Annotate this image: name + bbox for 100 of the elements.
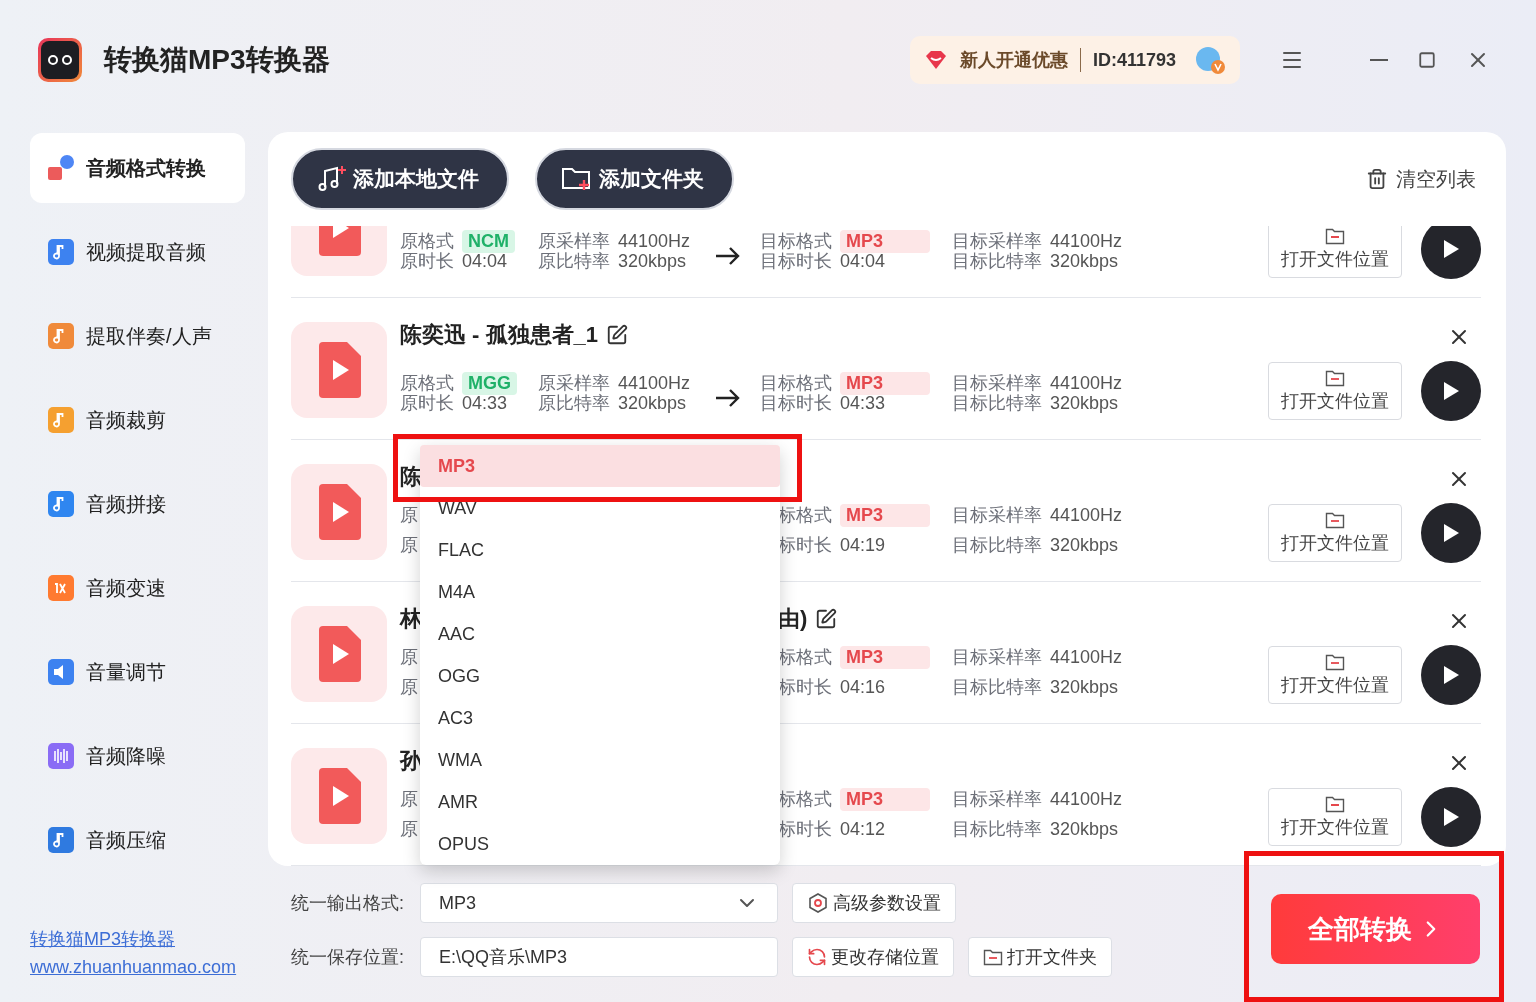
file-title: 孙: [400, 747, 422, 775]
folder-icon: [1325, 795, 1345, 813]
open-location-button[interactable]: 打开文件位置: [1268, 226, 1402, 278]
format-tag: MP3: [840, 645, 930, 669]
sidebar-item[interactable]: 音频变速: [30, 553, 245, 623]
info-label: 目标采样率: [952, 230, 1042, 252]
play-icon: [1441, 806, 1461, 828]
folder-icon: [1325, 369, 1345, 387]
footer-link[interactable]: 转换猫MP3转换器: [30, 927, 175, 951]
open-folder-button[interactable]: 打开文件夹: [968, 937, 1112, 977]
info-value: 320kbps: [618, 250, 687, 272]
folder-icon: [1325, 653, 1345, 671]
format-option[interactable]: AC3: [420, 697, 780, 739]
edit-icon[interactable]: [815, 608, 838, 630]
open-location-button[interactable]: 打开文件位置: [1268, 362, 1402, 420]
info-label: 原时长: [400, 392, 454, 415]
edit-icon[interactable]: [606, 324, 629, 346]
path-field[interactable]: E:\QQ音乐\MP3: [420, 937, 778, 977]
format-select[interactable]: MP3: [420, 883, 778, 923]
info-label: 目标时长: [760, 392, 832, 415]
info-value: 320kbps: [1050, 818, 1119, 840]
format-option[interactable]: M4A: [420, 571, 780, 613]
play-button[interactable]: [1421, 645, 1481, 705]
info-label: 原时长: [400, 250, 454, 273]
sidebar-item[interactable]: 音量调节: [30, 637, 245, 707]
play-icon: [1441, 664, 1461, 686]
sidebar-item[interactable]: 音频格式转换: [30, 133, 245, 203]
format-option[interactable]: AMR: [420, 781, 780, 823]
footer-link[interactable]: www.zhuanhuanmao.com: [30, 957, 237, 978]
sidebar-item[interactable]: 提取伴奏/人声: [30, 301, 245, 371]
info-value: 04:33: [840, 392, 886, 414]
info-label: 目标比特率: [952, 392, 1042, 415]
right-arrow-icon: [715, 388, 741, 408]
audio-file-icon: [291, 322, 387, 418]
sidebar-item[interactable]: 音频拼接: [30, 469, 245, 539]
format-tag: MP3: [840, 229, 930, 253]
info-label: 原: [400, 676, 418, 699]
info-label: 目标格式: [760, 230, 832, 252]
format-tag: MP3: [840, 371, 930, 395]
promo-banner[interactable]: 新人开通优惠 ID:411793: [909, 36, 1240, 84]
minimize-icon: [1370, 59, 1388, 61]
info-value: 320kbps: [1050, 250, 1119, 272]
info-label: 原比特率: [538, 392, 610, 415]
refresh-icon: [807, 947, 827, 967]
add-files-button[interactable]: 添加本地文件: [291, 148, 509, 210]
advanced-settings-button[interactable]: 高级参数设置: [792, 883, 956, 923]
info-label: 目标采样率: [952, 504, 1042, 527]
sound-wave-icon: [46, 741, 76, 771]
play-button[interactable]: [1421, 226, 1481, 279]
change-location-button[interactable]: 更改存储位置: [792, 937, 954, 977]
info-value: 320kbps: [618, 392, 687, 414]
play-button[interactable]: [1421, 361, 1481, 421]
info-label: 原: [400, 504, 418, 527]
info-label: 目标比特率: [952, 250, 1042, 273]
format-option[interactable]: OGG: [420, 655, 780, 697]
note-compress-icon: [46, 825, 76, 855]
sidebar-item[interactable]: 视频提取音频: [30, 217, 245, 287]
app-logo: [38, 38, 82, 82]
open-location-button[interactable]: 打开文件位置: [1268, 646, 1402, 704]
field-label: 统一保存位置:: [291, 946, 405, 969]
open-location-button[interactable]: 打开文件位置: [1268, 788, 1402, 846]
format-option[interactable]: WMA: [420, 739, 780, 781]
folder-icon: [1325, 227, 1345, 245]
info-value: 04:33: [462, 392, 508, 414]
info-label: 原采样率: [538, 230, 610, 252]
info-value: 04:04: [462, 250, 508, 272]
field-label: 统一输出格式:: [291, 892, 405, 915]
open-location-button[interactable]: 打开文件位置: [1268, 504, 1402, 562]
info-value: 44100Hz: [618, 230, 691, 252]
info-label: 原采样率: [538, 372, 610, 394]
sidebar-item[interactable]: 音频降噪: [30, 721, 245, 791]
play-button[interactable]: [1421, 503, 1481, 563]
add-folder-button[interactable]: 添加文件夹: [535, 148, 734, 210]
music-plus-icon: [317, 165, 347, 193]
maximize-button[interactable]: [1418, 51, 1436, 69]
speaker-icon: [46, 657, 76, 687]
clear-list-button[interactable]: 清空列表: [1360, 164, 1482, 194]
shapes-icon: [46, 153, 76, 183]
info-value: 44100Hz: [618, 372, 691, 394]
folder-icon: [1325, 511, 1345, 529]
format-tag: NCM: [462, 229, 515, 253]
promo-text: 新人开通优惠: [959, 49, 1068, 72]
sidebar-item[interactable]: 音频裁剪: [30, 385, 245, 455]
format-option[interactable]: FLAC: [420, 529, 780, 571]
info-value: 44100Hz: [1050, 230, 1123, 252]
gem-icon: [923, 50, 948, 70]
format-option[interactable]: OPUS: [420, 823, 780, 865]
sidebar-item[interactable]: 音频压缩: [30, 805, 245, 875]
convert-all-button[interactable]: 全部转换: [1271, 894, 1480, 964]
format-option[interactable]: AAC: [420, 613, 780, 655]
folder-icon: [983, 948, 1003, 966]
file-title: 陈: [400, 463, 422, 491]
info-value: 44100Hz: [1050, 646, 1123, 668]
app-title: 转换猫MP3转换器: [104, 43, 330, 77]
format-tag: MGG: [462, 371, 517, 395]
info-label: 原: [400, 818, 418, 841]
audio-file-icon: [291, 464, 387, 560]
play-button[interactable]: [1421, 787, 1481, 847]
format-tag: MP3: [840, 503, 930, 527]
note-crop-icon: [46, 405, 76, 435]
